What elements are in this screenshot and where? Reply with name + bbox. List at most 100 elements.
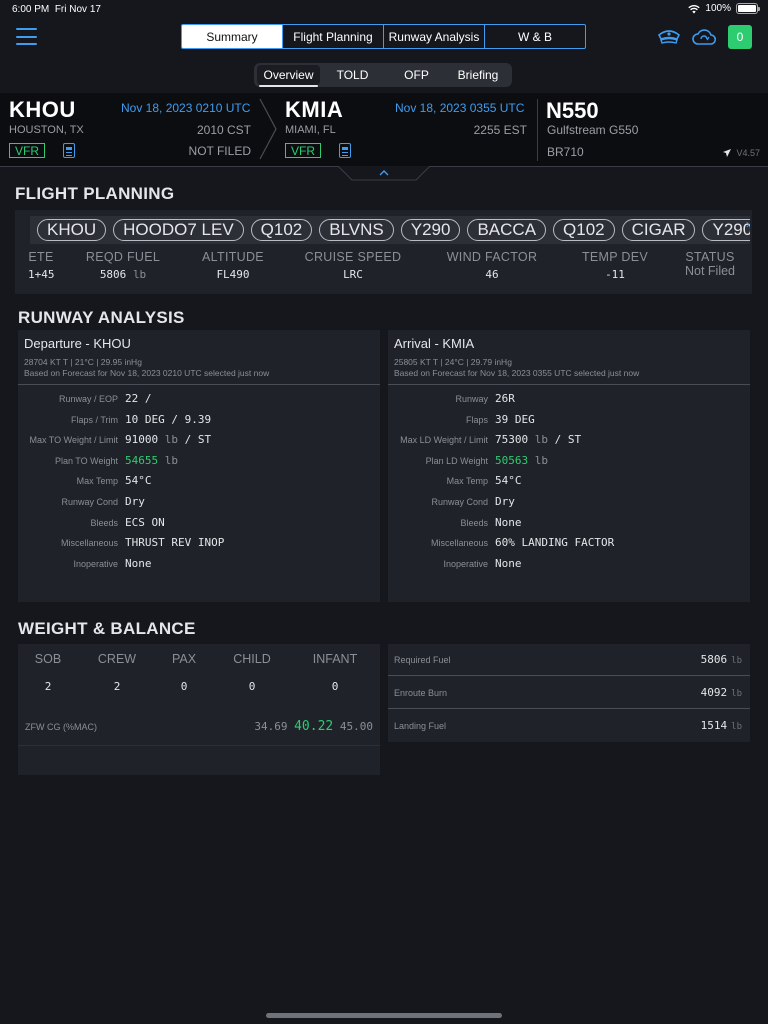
fp-stat-temp-dev: TEMP DEV -11 (581, 250, 649, 281)
param-label: Inoperative (73, 558, 118, 569)
arrival-briefing-icon[interactable] (339, 143, 351, 158)
count-infant: INFANT 0 (312, 652, 358, 693)
param-value: None (125, 556, 152, 570)
runway-param-row: Plan TO Weight 54655 lb (18, 453, 380, 469)
runway-param-row: Bleeds ECS ON (18, 515, 380, 531)
top-tab-bar: Summary Flight Planning Runway Analysis … (181, 24, 586, 49)
param-value: ECS ON (125, 515, 165, 529)
departure-briefing-icon[interactable] (63, 143, 75, 158)
zfw-min: 34.69 (254, 720, 288, 733)
aircraft-tail-number[interactable]: N550 (546, 98, 599, 124)
departure-card-title: Departure - KHOU (24, 336, 131, 351)
fp-stat-altitude: ALTITUDE FL490 (202, 250, 264, 281)
route-pill[interactable]: Y290 (400, 219, 461, 241)
count-child: CHILD 0 (233, 652, 271, 693)
fuel-summary-card[interactable]: Required Fuel 5806 lb Enroute Burn 4092 lb… (388, 644, 750, 742)
tab-runway-analysis[interactable]: Runway Analysis (383, 25, 484, 48)
param-label: Miscellaneous (430, 538, 488, 549)
runway-param-row: Runway Cond Dry (18, 494, 380, 510)
route-pill[interactable]: Q102 (553, 219, 615, 241)
runway-param-row: Flaps / Trim 10 DEG / 9.39 (18, 412, 380, 428)
param-value: 54655 lb (125, 453, 178, 467)
fuel-row-required: Required Fuel 5806 lb (388, 644, 750, 676)
param-label: Inoperative (443, 558, 488, 569)
chevron-right-icon[interactable]: › (746, 217, 750, 231)
subtab-briefing[interactable]: Briefing (448, 65, 508, 85)
fp-stat-cruise-speed: CRUISE SPEED LRC (304, 250, 402, 281)
wifi-icon (688, 4, 701, 13)
zfw-max: 45.00 (339, 720, 373, 733)
fp-stat-ete: ETE 1+45 (28, 250, 55, 281)
zfw-value: 40.22 (294, 719, 334, 734)
arrival-card-title: Arrival - KMIA (394, 336, 475, 351)
tab-weight-balance[interactable]: W & B (484, 25, 585, 48)
status-right: 100% (688, 3, 760, 14)
route-pill[interactable]: BLVNS (319, 219, 394, 241)
fp-stat-status: STATUS Not Filed (684, 250, 736, 278)
collapse-route-handle[interactable] (337, 165, 431, 182)
runway-param-row: Runway Cond Dry (388, 494, 750, 510)
param-label: Flaps / Trim (70, 414, 118, 425)
app-version: V4.57 (722, 148, 760, 158)
flight-planning-card[interactable]: KHOU HOODO7 LEV Q102 BLVNS Y290 BACCA Q1… (15, 210, 752, 294)
param-value: 50563 lb (495, 453, 548, 467)
runway-param-row: Flaps 39 DEG (388, 412, 750, 428)
param-label: Runway (455, 394, 488, 404)
tab-flight-planning[interactable]: Flight Planning (282, 25, 383, 48)
param-label: Bleeds (460, 517, 488, 528)
subtab-overview[interactable]: Overview (257, 65, 320, 87)
departure-code[interactable]: KHOU (9, 97, 76, 123)
param-value: 91000 lb / ST (125, 433, 212, 447)
departure-local-time: 2010 CST (196, 123, 251, 137)
route-pill-strip[interactable]: KHOU HOODO7 LEV Q102 BLVNS Y290 BACCA Q1… (30, 216, 750, 244)
param-label: Plan TO Weight (54, 455, 118, 466)
arrival-runway-card[interactable]: Arrival - KMIA 25805 KT T | 24°C | 29.79… (388, 330, 750, 602)
fp-stat-wind-factor: WIND FACTOR 46 (446, 250, 538, 281)
param-label: Max Temp (76, 476, 118, 487)
route-pill[interactable]: Q102 (250, 219, 313, 241)
fuel-row-landing: Landing Fuel 1514 lb (394, 719, 742, 732)
param-label: Max Temp (446, 476, 488, 487)
tab-summary[interactable]: Summary (182, 25, 282, 48)
param-value: 75300 lb / ST (495, 433, 582, 447)
departure-runway-card[interactable]: Departure - KHOU 28704 KT T | 21°C | 29.… (18, 330, 380, 602)
notification-badge[interactable]: 0 (728, 25, 752, 49)
hamburger-menu-icon[interactable] (16, 28, 37, 45)
route-pill[interactable]: BACCA (467, 219, 547, 241)
divider (18, 384, 380, 385)
passenger-count-card[interactable]: SOB 2 CREW 2 PAX 0 CHILD 0 INFANT 0 ZFW CG (%… (18, 644, 380, 775)
param-value: 26R (495, 392, 515, 405)
status-time: 6:00 PM Fri Nov 17 (12, 4, 101, 15)
param-label: Miscellaneous (60, 538, 118, 549)
airplane-icon (723, 149, 732, 157)
param-label: Runway Cond (431, 497, 488, 507)
route-arrow-icon (259, 98, 277, 160)
subtab-ofp[interactable]: OFP (385, 65, 448, 85)
departure-flight-rules-badge: VFR (9, 143, 45, 158)
route-pill[interactable]: Y290 (702, 219, 750, 241)
param-label: Plan LD Weight (425, 455, 488, 466)
param-label: Bleeds (90, 517, 118, 528)
route-pill[interactable]: HOODO7 LEV (113, 219, 244, 241)
pilot-cap-icon[interactable] (657, 26, 681, 48)
home-indicator[interactable] (266, 1013, 502, 1018)
runway-param-row: Inoperative None (388, 556, 750, 572)
fuel-row-enroute-burn: Enroute Burn 4092 lb (388, 677, 750, 709)
cloud-sync-icon[interactable] (692, 26, 716, 48)
arrival-local-time: 2255 EST (473, 123, 527, 137)
divider (388, 384, 750, 385)
param-value: None (495, 515, 522, 529)
aircraft-engine: BR710 (547, 145, 584, 159)
weight-balance-title: WEIGHT & BALANCE (18, 619, 196, 638)
arrival-city: MIAMI, FL (285, 124, 336, 136)
route-pill[interactable]: KHOU (37, 219, 107, 241)
zfw-cg-label: ZFW CG (%MAC) (25, 722, 97, 732)
count-sob: SOB 2 (34, 652, 62, 693)
subtab-told[interactable]: TOLD (320, 65, 385, 85)
param-label: Runway / EOP (58, 394, 118, 404)
arrival-flight-rules-badge: VFR (285, 143, 321, 158)
arrival-code[interactable]: KMIA (285, 97, 343, 123)
param-label: Max LD Weight / Limit (400, 435, 488, 446)
version-label: V4.57 (736, 148, 760, 158)
route-pill[interactable]: CIGAR (621, 219, 696, 241)
